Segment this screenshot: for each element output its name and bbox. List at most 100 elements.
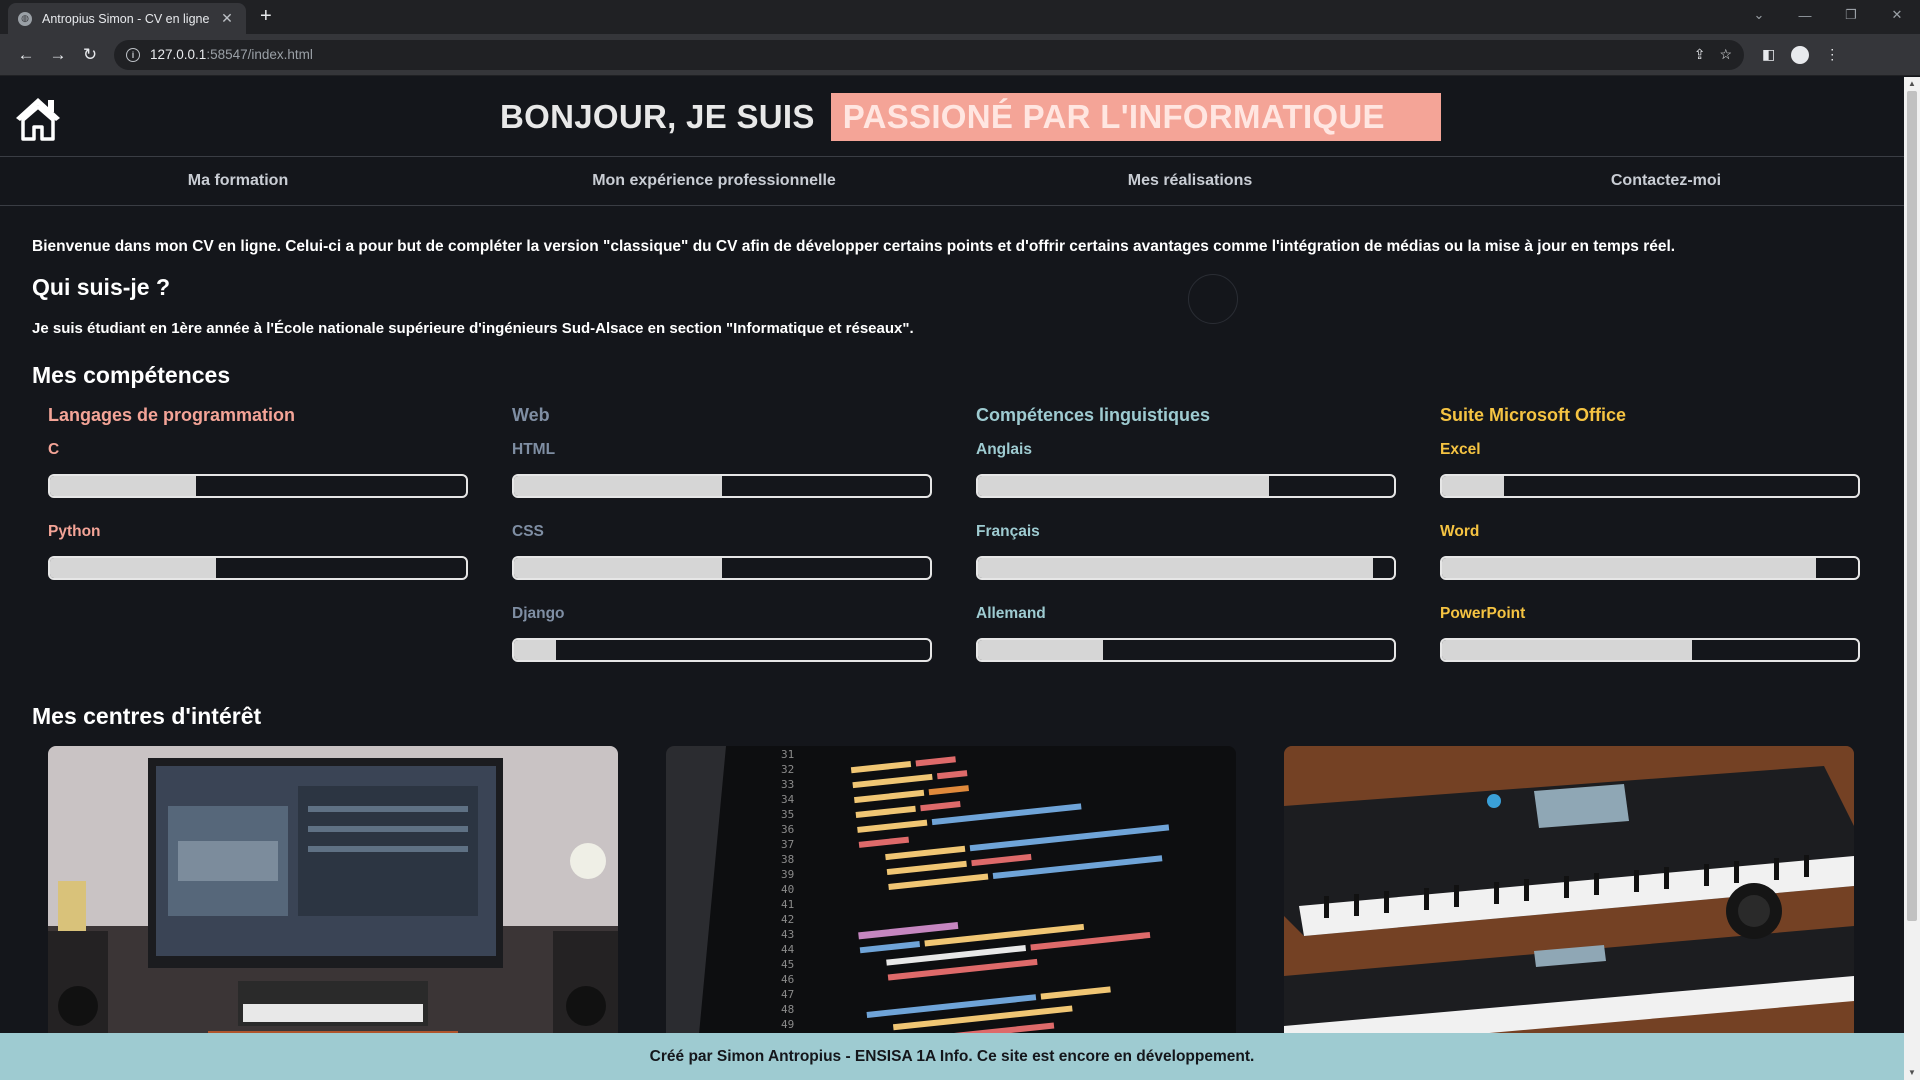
svg-text:31: 31 <box>781 748 794 761</box>
skill-level-fill <box>1442 558 1817 578</box>
skill-category: Suite Microsoft Office Excel Word PowerPoin… <box>1440 405 1860 687</box>
browser-toolbar: ← → ↻ i 127.0.0.1 :58547/index.html ⇪ ☆ … <box>0 34 1920 76</box>
skill-level-bar <box>976 556 1396 580</box>
main-content: Bienvenue dans mon CV en ligne. Celui-ci… <box>0 206 1904 1066</box>
skills-grid: Langages de programmation C Python Web HTML C… <box>32 405 1872 687</box>
nav-formation[interactable]: Ma formation <box>0 157 476 205</box>
skill-level-fill <box>514 640 556 660</box>
browser-tab-bar: ◍ Antropius Simon - CV en ligne ✕ + ⌄ — … <box>0 0 1920 34</box>
svg-text:47: 47 <box>781 988 794 1001</box>
nav-contact[interactable]: Contactez-moi <box>1428 157 1904 205</box>
skill-name: Anglais <box>976 441 1032 458</box>
skill-level-bar <box>976 474 1396 498</box>
globe-icon: ◍ <box>18 11 32 26</box>
scroll-up-icon[interactable]: ▲ <box>1904 77 1920 91</box>
music-studio-photo <box>48 746 618 1066</box>
skill-level-fill <box>978 640 1103 660</box>
home-icon[interactable] <box>14 95 62 141</box>
skill-category-title: Web <box>512 405 550 425</box>
svg-text:34: 34 <box>781 793 795 806</box>
skill-level-bar <box>512 556 932 580</box>
skill-category-title: Langages de programmation <box>48 405 296 425</box>
svg-text:45: 45 <box>781 958 794 971</box>
menu-kebab-icon[interactable]: ⋮ <box>1825 46 1839 63</box>
skill-level-bar <box>1440 474 1860 498</box>
svg-text:46: 46 <box>781 973 794 986</box>
page-scrollbar[interactable]: ▲ ▼ <box>1904 77 1920 1080</box>
scroll-thumb[interactable] <box>1907 91 1917 921</box>
skill-name: Allemand <box>976 605 1046 622</box>
reload-icon[interactable]: ↻ <box>74 39 106 71</box>
headline: BONJOUR, JE SUIS PASSIONÉ PAR L'INFORMAT… <box>500 93 1441 141</box>
skill-level-fill <box>514 476 722 496</box>
skill-level-bar <box>1440 638 1860 662</box>
skill-category-title: Compétences linguistiques <box>976 405 1211 425</box>
skill-level-bar <box>48 556 468 580</box>
skill-name: PowerPoint <box>1440 605 1526 622</box>
svg-text:33: 33 <box>781 778 794 791</box>
minimize-icon[interactable]: — <box>1782 0 1828 30</box>
svg-text:39: 39 <box>781 868 794 881</box>
skill-level-bar <box>48 474 468 498</box>
interests-gallery: 31 32 33 34 35 36 37 38 39 40 41 42 43 44 45 46 47 4… <box>32 746 1872 1066</box>
skill-name: HTML <box>512 441 556 458</box>
main-nav: Ma formation Mon expérience professionne… <box>0 157 1904 206</box>
typed-tagline: PASSIONÉ PAR L'INFORMATIQUE <box>830 93 1441 141</box>
svg-text:42: 42 <box>781 913 794 926</box>
svg-text:35: 35 <box>781 808 794 821</box>
nav-realisations[interactable]: Mes réalisations <box>952 157 1428 205</box>
skill-category-title: Suite Microsoft Office <box>1440 405 1627 425</box>
site-header: BONJOUR, JE SUIS PASSIONÉ PAR L'INFORMAT… <box>0 77 1904 157</box>
window-controls: ⌄ — ❐ ✕ <box>1736 0 1920 30</box>
synthesizer-keyboards-photo <box>1284 746 1854 1066</box>
interests-title: Mes centres d'intérêt <box>32 703 262 729</box>
url-path: :58547/index.html <box>206 47 313 62</box>
svg-text:44: 44 <box>781 943 795 956</box>
intro-text: Bienvenue dans mon CV en ligne. Celui-ci… <box>32 238 1676 255</box>
about-text: Je suis étudiant en 1ère année à l'École… <box>32 320 914 337</box>
new-tab-icon[interactable]: + <box>260 5 272 28</box>
browser-tab[interactable]: ◍ Antropius Simon - CV en ligne ✕ <box>8 3 246 34</box>
svg-text:43: 43 <box>781 928 794 941</box>
scroll-down-icon[interactable]: ▼ <box>1904 1066 1920 1080</box>
share-icon[interactable]: ⇪ <box>1694 46 1706 63</box>
forward-icon[interactable]: → <box>42 39 74 71</box>
skill-name: Word <box>1440 523 1480 540</box>
skill-level-bar <box>976 638 1396 662</box>
skill-name: Excel <box>1440 441 1481 458</box>
tab-search-icon[interactable]: ⌄ <box>1736 0 1782 30</box>
web-page: BONJOUR, JE SUIS PASSIONÉ PAR L'INFORMAT… <box>0 77 1904 1080</box>
skill-level-bar <box>512 474 932 498</box>
skill-level-fill <box>1442 640 1692 660</box>
nav-experience[interactable]: Mon expérience professionnelle <box>476 157 952 205</box>
skill-category: Web HTML CSS Django <box>512 405 932 687</box>
code-screen-photo: 31 32 33 34 35 36 37 38 39 40 41 42 43 44 45 46 47 4… <box>666 746 1236 1066</box>
skill-level-fill <box>978 558 1374 578</box>
skill-level-fill <box>978 476 1270 496</box>
tab-title: Antropius Simon - CV en ligne <box>42 11 210 26</box>
skill-level-fill <box>50 476 196 496</box>
svg-text:48: 48 <box>781 1003 794 1016</box>
skill-name: C <box>48 441 60 458</box>
url-host: 127.0.0.1 <box>150 47 207 62</box>
address-bar[interactable]: i 127.0.0.1 :58547/index.html ⇪ ☆ <box>114 39 1744 70</box>
svg-text:32: 32 <box>781 763 794 776</box>
restore-icon[interactable]: ❐ <box>1828 0 1874 30</box>
close-window-icon[interactable]: ✕ <box>1874 0 1920 30</box>
profile-avatar-icon[interactable] <box>1791 45 1810 64</box>
back-icon[interactable]: ← <box>10 39 42 71</box>
skill-level-fill <box>1442 476 1505 496</box>
site-info-icon[interactable]: i <box>126 47 140 62</box>
about-title: Qui suis-je ? <box>32 274 171 300</box>
close-tab-icon[interactable]: ✕ <box>218 10 236 27</box>
bookmark-star-icon[interactable]: ☆ <box>1719 46 1732 63</box>
cursor-ring <box>1188 274 1238 324</box>
skill-name: Français <box>976 523 1040 540</box>
skill-category: Langages de programmation C Python <box>48 405 468 687</box>
skill-name: CSS <box>512 523 544 540</box>
skill-level-bar <box>1440 556 1860 580</box>
side-panel-icon[interactable]: ◧ <box>1762 46 1775 63</box>
svg-text:37: 37 <box>781 838 794 851</box>
svg-text:40: 40 <box>781 883 794 896</box>
skills-title: Mes compétences <box>32 362 231 388</box>
